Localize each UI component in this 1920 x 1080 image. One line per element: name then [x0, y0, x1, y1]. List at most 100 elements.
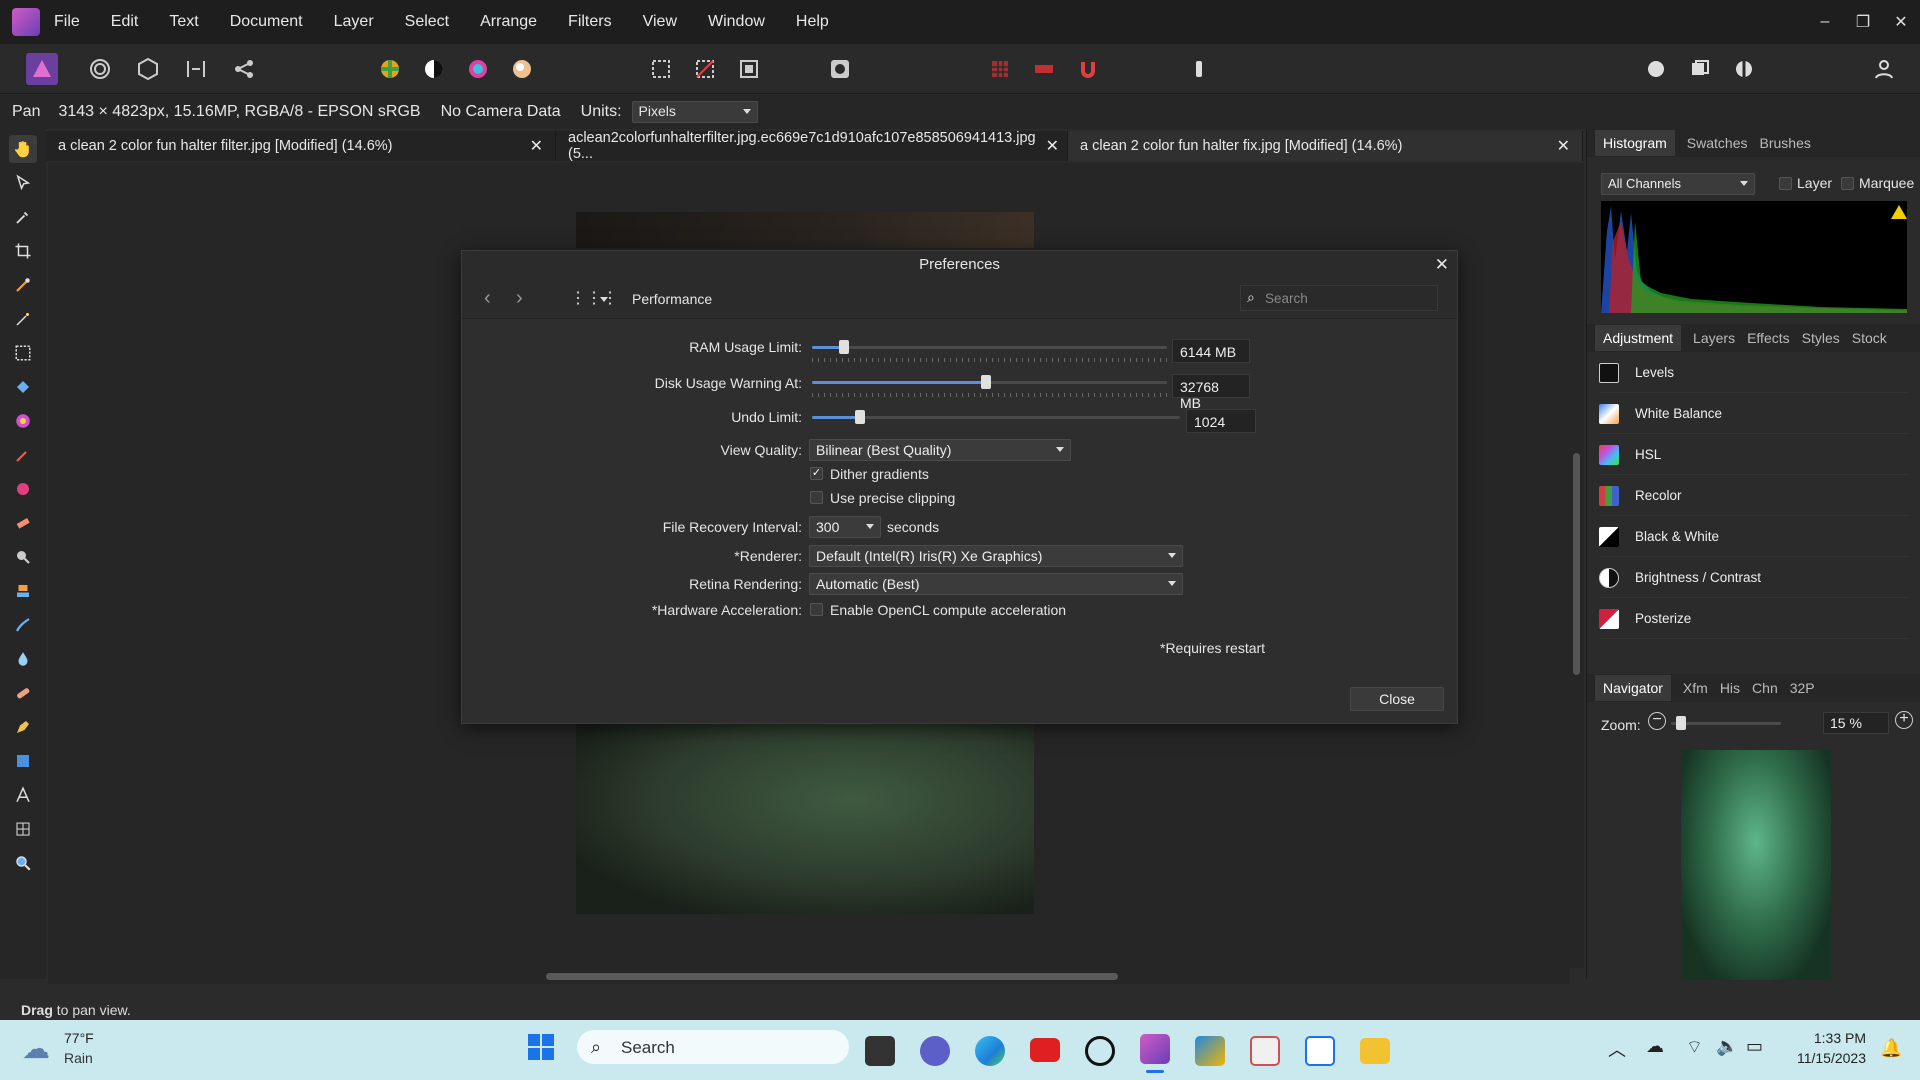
- opencl-checkbox[interactable]: [810, 603, 823, 616]
- export-persona-icon[interactable]: [228, 53, 260, 85]
- back-icon[interactable]: ‹: [484, 287, 491, 310]
- menu-layer[interactable]: Layer: [334, 13, 374, 31]
- crop-tool-icon[interactable]: [9, 237, 37, 265]
- layer-checkbox[interactable]: [1779, 177, 1792, 190]
- battery-icon[interactable]: ▭: [1746, 1036, 1763, 1057]
- windows-start-icon[interactable]: [528, 1034, 554, 1060]
- app-window-icon[interactable]: [1305, 1036, 1335, 1066]
- color-picker-tool-icon[interactable]: [9, 203, 37, 231]
- rectangle-tool-icon[interactable]: [9, 747, 37, 775]
- liquify-persona-icon[interactable]: [84, 53, 116, 85]
- precise-clipping-checkbox[interactable]: [810, 491, 823, 504]
- weather-rain-icon[interactable]: ☁: [22, 1032, 50, 1065]
- task-view-icon[interactable]: [865, 1036, 895, 1066]
- smudge-brush-tool-icon[interactable]: [9, 611, 37, 639]
- menu-window[interactable]: Window: [708, 13, 765, 31]
- onedrive-icon[interactable]: ☁: [1646, 1036, 1664, 1057]
- auto-levels-icon[interactable]: [374, 53, 406, 85]
- document-tab-active[interactable]: a clean 2 color fun halter fix.jpg [Modi…: [1068, 131, 1583, 161]
- invert-selection-icon[interactable]: [733, 53, 765, 85]
- auto-white-balance-icon[interactable]: [506, 53, 538, 85]
- develop-persona-icon[interactable]: [132, 53, 164, 85]
- menu-text[interactable]: Text: [169, 13, 198, 31]
- disk-warning-field[interactable]: 32768 MB: [1172, 374, 1250, 411]
- adjustment-recolor[interactable]: Recolor: [1599, 476, 1909, 516]
- flood-select-tool-icon[interactable]: [9, 305, 37, 333]
- search-field[interactable]: ⌕ Search: [1240, 285, 1438, 311]
- marquee-checkbox[interactable]: [1841, 177, 1854, 190]
- dell-icon[interactable]: [1085, 1036, 1115, 1066]
- channel-select[interactable]: All Channels: [1601, 173, 1755, 195]
- clock-date[interactable]: 11/15/2023: [1784, 1050, 1866, 1066]
- selection-brush-tool-icon[interactable]: [9, 271, 37, 299]
- scroll-thumb[interactable]: [546, 973, 1118, 980]
- zoom-in-icon[interactable]: +: [1895, 711, 1913, 729]
- tab-32p[interactable]: 32P: [1790, 680, 1815, 696]
- microsoft-store-icon[interactable]: [1195, 1036, 1225, 1066]
- deselect-icon[interactable]: [689, 53, 721, 85]
- teams-chat-icon[interactable]: [920, 1036, 950, 1066]
- snapping-toggle-icon[interactable]: [1028, 53, 1060, 85]
- tab-navigator[interactable]: Navigator: [1595, 675, 1671, 701]
- restore-icon[interactable]: ❐: [1844, 12, 1882, 32]
- weather-condition[interactable]: Rain: [64, 1050, 93, 1066]
- paint-brush-tool-icon[interactable]: [9, 441, 37, 469]
- blur-brush-tool-icon[interactable]: [9, 645, 37, 673]
- auto-contrast-icon[interactable]: [418, 53, 450, 85]
- volume-icon[interactable]: 🔈: [1716, 1036, 1738, 1057]
- menu-view[interactable]: View: [643, 13, 677, 31]
- affinity-photo-taskbar-icon[interactable]: [1140, 1034, 1170, 1064]
- ram-usage-field[interactable]: 6144 MB: [1172, 339, 1250, 363]
- auto-colors-icon[interactable]: [462, 53, 494, 85]
- notification-bell-icon[interactable]: 🔔: [1880, 1038, 1902, 1059]
- tab-layers[interactable]: Layers: [1693, 330, 1735, 346]
- adjustment-posterize[interactable]: Posterize: [1599, 599, 1909, 639]
- tab-channels[interactable]: Chn: [1752, 680, 1778, 696]
- forward-icon[interactable]: ›: [516, 287, 523, 310]
- close-button[interactable]: Close: [1350, 687, 1444, 711]
- wifi-icon[interactable]: ⌔: [1686, 1036, 1703, 1059]
- edge-browser-icon[interactable]: [975, 1036, 1005, 1066]
- ram-usage-slider[interactable]: [812, 340, 1167, 354]
- clone-brush-tool-icon[interactable]: [9, 577, 37, 605]
- assistant-manager-icon[interactable]: [1183, 53, 1215, 85]
- color-replacement-tool-icon[interactable]: [9, 475, 37, 503]
- adjustment-brightness-contrast[interactable]: Brightness / Contrast: [1599, 558, 1909, 598]
- menu-document[interactable]: Document: [230, 13, 303, 31]
- zoom-out-icon[interactable]: −: [1648, 712, 1666, 730]
- file-explorer-icon[interactable]: [1360, 1038, 1390, 1064]
- erase-brush-tool-icon[interactable]: [9, 509, 37, 537]
- menu-filters[interactable]: Filters: [568, 13, 612, 31]
- healing-brush-tool-icon[interactable]: [9, 679, 37, 707]
- grid-view-icon[interactable]: ⋮⋮⋮: [570, 288, 618, 308]
- window-close-icon[interactable]: ✕: [1882, 12, 1920, 32]
- units-select[interactable]: Pixels: [631, 101, 758, 123]
- undo-limit-field[interactable]: 1024: [1186, 409, 1256, 433]
- menu-file[interactable]: File: [54, 13, 80, 31]
- weather-temp[interactable]: 77°F: [64, 1030, 94, 1046]
- recovery-interval-select[interactable]: 300: [809, 516, 881, 538]
- tab-styles[interactable]: Styles: [1802, 330, 1840, 346]
- menu-help[interactable]: Help: [796, 13, 829, 31]
- document-tab[interactable]: aclean2colorfunhalterfilter.jpg.ec669e7c…: [556, 130, 1068, 162]
- marquee-tool-icon[interactable]: [9, 339, 37, 367]
- zoom-tool-icon[interactable]: [9, 849, 37, 877]
- marquee-selection-icon[interactable]: [645, 53, 677, 85]
- tab-history[interactable]: His: [1720, 680, 1740, 696]
- zoom-slider[interactable]: [1671, 716, 1781, 730]
- menu-arrange[interactable]: Arrange: [480, 13, 537, 31]
- document-tab[interactable]: a clean 2 color fun halter filter.jpg [M…: [46, 131, 556, 161]
- zoom-value-field[interactable]: 15 %: [1823, 712, 1889, 734]
- youtube-icon[interactable]: [1030, 1038, 1060, 1062]
- tab-effects[interactable]: Effects: [1747, 330, 1790, 346]
- minimize-icon[interactable]: –: [1806, 13, 1844, 31]
- adjustment-black-white[interactable]: Black & White: [1599, 517, 1909, 557]
- tab-swatches[interactable]: Swatches: [1687, 135, 1748, 151]
- tab-close-icon[interactable]: ✕: [1046, 136, 1059, 156]
- adjustment-levels[interactable]: Levels: [1599, 353, 1909, 393]
- flood-fill-tool-icon[interactable]: [9, 373, 37, 401]
- tab-stock[interactable]: Stock: [1852, 330, 1887, 346]
- snipping-tool-icon[interactable]: [1250, 1036, 1280, 1066]
- move-tool-icon[interactable]: [9, 169, 37, 197]
- dither-gradients-checkbox[interactable]: ✓: [810, 467, 823, 480]
